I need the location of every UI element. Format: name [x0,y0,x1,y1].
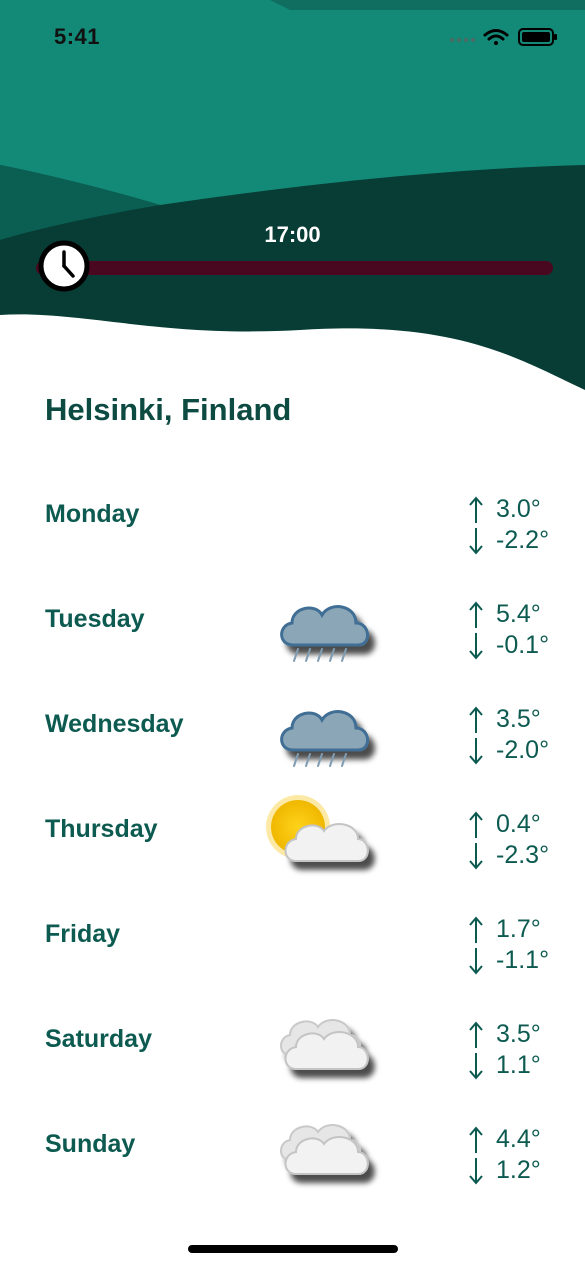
cloudy-icon [258,1108,388,1198]
home-indicator[interactable] [188,1245,398,1253]
low-temperature: -2.3° [496,841,550,869]
high-temperature: 4.4° [496,1125,541,1153]
arrow-up-icon [469,1020,483,1048]
forecast-day-label: Tuesday [45,605,145,633]
high-temperature: 3.0° [496,495,541,523]
high-temperature: 5.4° [496,600,541,628]
arrow-down-icon [469,737,483,765]
forecast-row: Sunday 4.4° 1.2° [0,1124,585,1235]
status-bar-time: 5:41 [54,24,101,49]
forecast-temperatures: 0.4° -2.3° [468,809,558,871]
high-temperature: 0.4° [496,810,541,838]
forecast-day-label: Thursday [45,815,158,843]
rain-icon [258,688,388,778]
arrow-up-icon [469,1125,483,1153]
cloudy-icon [258,1003,388,1093]
forecast-temperatures: 3.5° 1.1° [468,1019,558,1081]
arrow-up-icon [469,600,483,628]
wifi-icon [483,29,509,45]
forecast-day-label: Sunday [45,1130,136,1158]
forecast-temperatures: 3.0° -2.2° [468,494,558,556]
rain-icon [258,583,388,673]
high-temperature: 3.5° [496,705,541,733]
time-slider-track[interactable] [36,261,553,275]
low-temperature: -0.1° [496,631,550,659]
arrow-down-icon [469,1157,483,1185]
high-temperature: 1.7° [496,915,541,943]
arrow-down-icon [469,947,483,975]
low-temperature: 1.1° [496,1051,541,1079]
arrow-up-icon [469,915,483,943]
low-temperature: -1.1° [496,946,550,974]
arrow-down-icon [469,842,483,870]
arrow-up-icon [469,705,483,733]
clock-icon[interactable] [38,240,90,292]
battery-icon [518,28,557,46]
forecast-temperatures: 1.7° -1.1° [468,914,558,976]
forecast-day-label: Saturday [45,1025,152,1053]
forecast-temperatures: 4.4° 1.2° [468,1124,558,1186]
status-bar-icons [449,28,557,46]
arrow-up-icon [469,810,483,838]
arrow-down-icon [469,632,483,660]
header-background [0,0,585,400]
low-temperature: -2.2° [496,526,550,554]
forecast-day-label: Wednesday [45,710,184,738]
forecast-day-label: Monday [45,500,140,528]
high-temperature: 3.5° [496,1020,541,1048]
arrow-up-icon [469,495,483,523]
cellular-signal-icon [449,37,476,43]
arrow-down-icon [469,527,483,555]
low-temperature: 1.2° [496,1156,541,1184]
arrow-down-icon [469,1052,483,1080]
forecast-day-label: Friday [45,920,121,948]
forecast-row: Thursday 0.4° -2.3° [0,795,585,920]
forecast-temperatures: 3.5° -2.0° [468,704,558,766]
forecast-temperatures: 5.4° -0.1° [468,599,558,661]
low-temperature: -2.0° [496,736,550,764]
location-title: Helsinki, Finland [45,392,292,427]
partly-sunny-icon [258,793,388,883]
